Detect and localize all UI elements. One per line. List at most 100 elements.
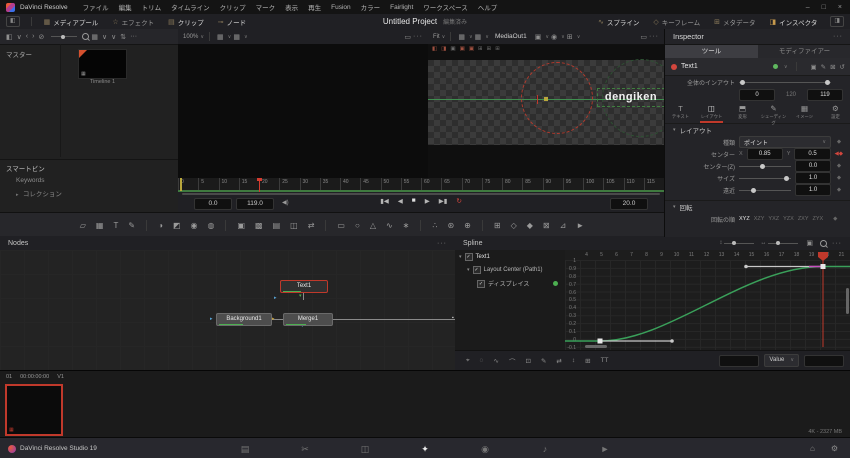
- wire-merge-output[interactable]: [331, 319, 456, 320]
- fusion-tool-icon[interactable]: ▦: [96, 221, 104, 230]
- keyframe-diamond-icon[interactable]: ◆: [835, 187, 843, 193]
- viewer-tool-icon[interactable]: ▣: [460, 46, 465, 52]
- node-background1[interactable]: Background1: [216, 313, 272, 326]
- play-button[interactable]: ▶: [425, 197, 430, 205]
- spline-hscrollbar[interactable]: [585, 345, 607, 348]
- fit-spline-icon[interactable]: ▣: [806, 239, 813, 247]
- spline-tool-icon[interactable]: ↕: [572, 357, 575, 364]
- center-crosshair-icon[interactable]: [537, 95, 538, 104]
- horizontal-zoom-slider[interactable]: [768, 243, 798, 244]
- toolbar-icon[interactable]: ›: [32, 33, 34, 40]
- loop-button[interactable]: ↻: [456, 197, 461, 205]
- media-pool-toggle[interactable]: ▦メディアプール: [44, 17, 99, 27]
- playhead-head[interactable]: [257, 178, 262, 181]
- menu-item[interactable]: ファイル: [83, 2, 109, 12]
- viewer-menu[interactable]: ···: [649, 33, 659, 40]
- view-option-icon[interactable]: ▦: [217, 33, 224, 41]
- background-input-arrow[interactable]: ▸: [210, 317, 213, 322]
- effects-toggle[interactable]: ☆エフェクト: [112, 17, 154, 27]
- thumb-size-slider[interactable]: [51, 36, 77, 37]
- wire-text-to-merge[interactable]: [303, 292, 304, 300]
- right-viewer-canvas[interactable]: dengiken: [428, 44, 664, 178]
- keyframe-diamond-icon[interactable]: ◆: [831, 216, 839, 222]
- rotation-order-option[interactable]: YXZ: [768, 216, 779, 222]
- spline-tree-item-text1[interactable]: ▾✓Text1: [455, 250, 565, 263]
- channel-icon[interactable]: ▣: [535, 33, 542, 41]
- center-x-field[interactable]: 0.85: [747, 148, 783, 160]
- menu-item[interactable]: 再生: [308, 2, 321, 12]
- rotation-order-option[interactable]: XZY: [754, 216, 765, 222]
- center-z-field[interactable]: 0.0: [795, 160, 831, 172]
- node-text1[interactable]: Text1: [280, 280, 328, 293]
- panel-expand-toggle[interactable]: ◧: [6, 16, 20, 27]
- fusion-tool-icon[interactable]: [225, 220, 226, 231]
- fusion-tool-icon[interactable]: ◍: [207, 221, 214, 230]
- skip-start-button[interactable]: ▮◀: [380, 197, 389, 205]
- time-field[interactable]: [719, 355, 759, 367]
- value-field[interactable]: [804, 355, 844, 367]
- nodes-toggle[interactable]: ⊸ノード: [218, 17, 246, 27]
- fusion-tool-icon[interactable]: ∗: [403, 221, 410, 230]
- size-slider[interactable]: [739, 178, 791, 179]
- fusion-tool-icon[interactable]: ▭: [337, 221, 345, 230]
- page-fairlight[interactable]: ♪: [515, 436, 575, 458]
- toolbar-icon[interactable]: ▦: [91, 33, 98, 41]
- bin-item-master[interactable]: マスター: [0, 47, 60, 61]
- keyframe-start[interactable]: [598, 339, 603, 344]
- text-element[interactable]: dengiken: [597, 88, 664, 107]
- fusion-tool-icon[interactable]: ▤: [273, 221, 281, 230]
- fusion-tool-icon[interactable]: ⊠: [543, 221, 550, 230]
- reset-icon[interactable]: ↺: [840, 63, 845, 71]
- fusion-tool-icon[interactable]: △: [370, 221, 376, 230]
- spline-tool-icon[interactable]: ⊡: [526, 357, 531, 365]
- spline-tool-icon[interactable]: ✎: [541, 357, 546, 365]
- menu-item[interactable]: 表示: [285, 2, 298, 12]
- inspector-tab-tools[interactable]: ツール: [665, 45, 758, 58]
- rotation-order-option[interactable]: ZXY: [798, 216, 809, 222]
- perspective-field[interactable]: 1.0: [795, 184, 831, 196]
- viewer-tool-icon[interactable]: ◧: [432, 46, 437, 52]
- rotation-section-header[interactable]: ▾回転: [665, 200, 850, 213]
- tab-settings[interactable]: ⚙ 設定: [820, 103, 850, 123]
- menu-item[interactable]: ヘルプ: [478, 2, 498, 12]
- page-deliver[interactable]: ►: [575, 436, 635, 458]
- node-merge1[interactable]: Merge1: [283, 313, 333, 326]
- text-input-arrow[interactable]: ▸: [274, 296, 277, 301]
- menu-item[interactable]: カラー: [361, 2, 381, 12]
- spline-tree-item-path[interactable]: ▾✓Layout Center (Path1): [455, 263, 565, 276]
- expand-viewer-icon[interactable]: ▭: [404, 33, 411, 41]
- viewer-tool-icon[interactable]: ⊞: [495, 46, 500, 52]
- spline-tool-icon[interactable]: ◌: [480, 357, 484, 364]
- menu-item[interactable]: トリム: [142, 2, 162, 12]
- current-clip-thumbnail[interactable]: ▦: [5, 384, 63, 436]
- range-in-marker[interactable]: [180, 178, 182, 191]
- fusion-tool-icon[interactable]: ◉: [190, 221, 197, 230]
- fusion-tool-icon[interactable]: ◫: [290, 221, 298, 230]
- spline-vscrollbar[interactable]: [846, 288, 849, 314]
- spline-tool-icon[interactable]: ⊞: [585, 357, 590, 365]
- spline-panel-menu[interactable]: ···: [832, 240, 842, 247]
- toolbar-icon[interactable]: ⊘: [38, 33, 44, 41]
- timeline-clip-thumbnail[interactable]: ▦: [78, 49, 127, 79]
- menu-item[interactable]: マーク: [256, 2, 276, 12]
- fusion-tool-icon[interactable]: ∿: [386, 221, 393, 230]
- viewer-tool-icon[interactable]: ◨: [441, 46, 446, 52]
- spline-tool-icon[interactable]: ⌖: [466, 357, 470, 365]
- rotation-order-option[interactable]: YZX: [783, 216, 794, 222]
- vertical-zoom-slider[interactable]: [724, 243, 754, 244]
- toolbar-icon[interactable]: ∨: [111, 33, 116, 41]
- fusion-tool-icon[interactable]: ►: [576, 221, 584, 230]
- keyframe-nav-icon[interactable]: ◀◆: [835, 151, 843, 157]
- tab-layout[interactable]: ◫ レイアウト: [696, 103, 727, 123]
- spline-tool-icon[interactable]: ∿: [494, 357, 499, 365]
- menu-item[interactable]: Fusion: [331, 4, 351, 11]
- node-graph[interactable]: ▾ ▸ ▾ ▪ ▪ ▸ ▸ Text1 Background1 Merge1: [0, 250, 455, 370]
- node-enable-toggle[interactable]: [671, 64, 677, 70]
- node-color-dot[interactable]: [773, 64, 778, 69]
- spline-tree-item-displacement[interactable]: ✓ディスプレイス: [455, 276, 565, 290]
- keyframe-diamond-icon[interactable]: ◆: [835, 175, 843, 181]
- fusion-tool-icon[interactable]: [482, 220, 483, 231]
- stop-button[interactable]: ■: [412, 197, 416, 205]
- keyframe-diamond-icon[interactable]: ◆: [835, 163, 843, 169]
- timeline-scrollbar[interactable]: [182, 193, 660, 195]
